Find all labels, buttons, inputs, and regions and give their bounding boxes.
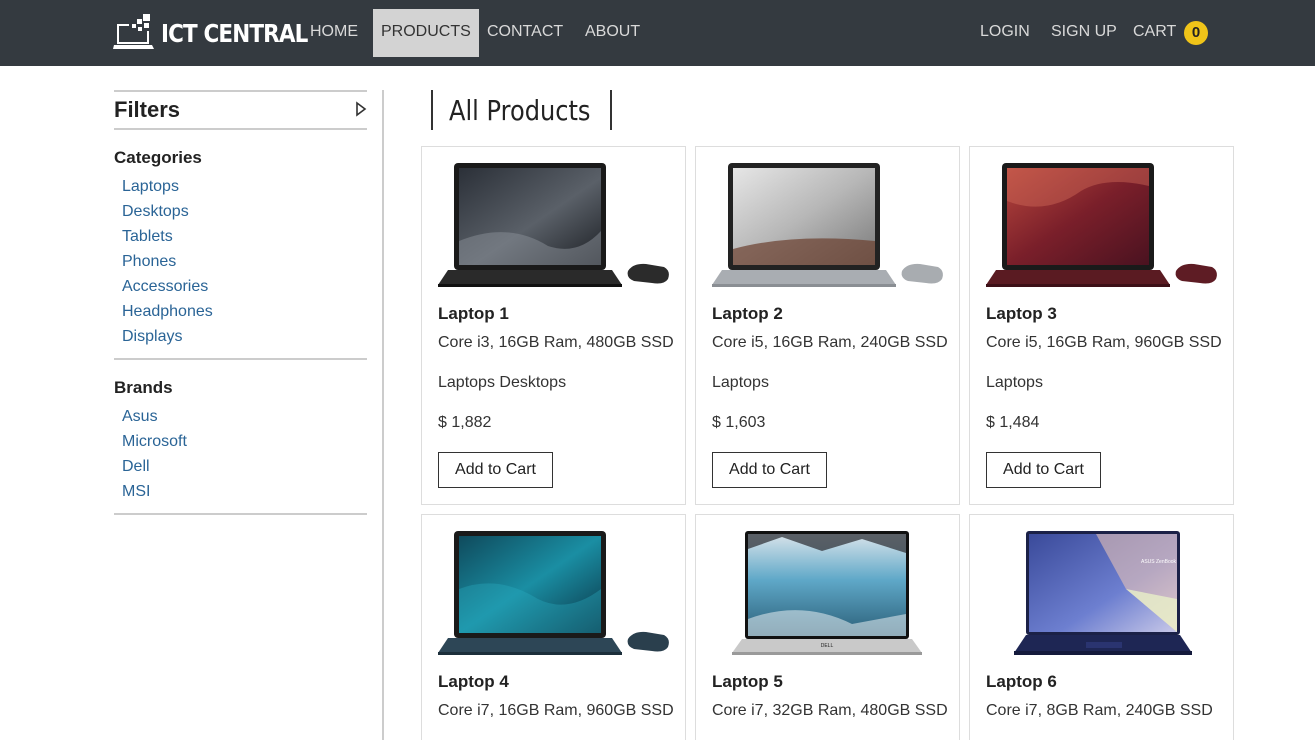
product-price: $ 1,484 bbox=[986, 414, 1040, 431]
brands-list: Asus Microsoft Dell MSI bbox=[114, 404, 367, 504]
sidebar-divider bbox=[382, 90, 384, 740]
filter-brand-microsoft[interactable]: Microsoft bbox=[114, 429, 367, 454]
surface-laptop-black-image[interactable] bbox=[438, 161, 672, 289]
dell-xps-laptop-image[interactable]: DELL bbox=[712, 529, 946, 657]
asus-zenbook-laptop-image[interactable]: ASUS ZenBook bbox=[986, 529, 1220, 657]
surface-laptop-burgundy-image[interactable] bbox=[986, 161, 1220, 289]
nav-login[interactable]: LOGIN bbox=[972, 9, 1038, 57]
add-to-cart-button[interactable]: Add to Cart bbox=[438, 452, 553, 488]
product-specs: Core i5, 16GB Ram, 960GB SSD bbox=[986, 334, 1222, 351]
add-to-cart-button[interactable]: Add to Cart bbox=[712, 452, 827, 488]
nav-contact[interactable]: CONTACT bbox=[479, 9, 571, 57]
filter-category-laptops[interactable]: Laptops bbox=[114, 174, 367, 199]
filter-category-displays[interactable]: Displays bbox=[114, 324, 367, 349]
filters-header[interactable]: Filters bbox=[114, 92, 367, 128]
product-card: Laptop 3 Core i5, 16GB Ram, 960GB SSD La… bbox=[969, 146, 1234, 505]
product-card: ASUS ZenBook Laptop 6 Core i7, 8GB Ram, … bbox=[969, 514, 1234, 740]
filter-category-phones[interactable]: Phones bbox=[114, 249, 367, 274]
product-specs: Core i7, 16GB Ram, 960GB SSD bbox=[438, 702, 674, 719]
product-name[interactable]: Laptop 2 bbox=[712, 304, 783, 324]
filter-category-desktops[interactable]: Desktops bbox=[114, 199, 367, 224]
divider bbox=[114, 513, 367, 515]
filter-category-tablets[interactable]: Tablets bbox=[114, 224, 367, 249]
product-card: Laptop 4 Core i7, 16GB Ram, 960GB SSD bbox=[421, 514, 686, 740]
surface-laptop-cobalt-image[interactable] bbox=[438, 529, 672, 657]
brand-name: ICT CENTRAL bbox=[161, 18, 308, 48]
filter-category-headphones[interactable]: Headphones bbox=[114, 299, 367, 324]
product-card: DELL Laptop 5 Core i7, 32GB Ram, 480GB S… bbox=[695, 514, 960, 740]
product-specs: Core i5, 16GB Ram, 240GB SSD bbox=[712, 334, 948, 351]
product-card: Laptop 1 Core i3, 16GB Ram, 480GB SSD La… bbox=[421, 146, 686, 505]
product-categories: Laptops bbox=[986, 374, 1043, 391]
product-card: Laptop 2 Core i5, 16GB Ram, 240GB SSD La… bbox=[695, 146, 960, 505]
categories-list: Laptops Desktops Tablets Phones Accessor… bbox=[114, 174, 367, 349]
divider bbox=[114, 128, 367, 130]
filter-brand-asus[interactable]: Asus bbox=[114, 404, 367, 429]
filter-brand-dell[interactable]: Dell bbox=[114, 454, 367, 479]
svg-text:ASUS ZenBook: ASUS ZenBook bbox=[1141, 559, 1177, 565]
brands-title: Brands bbox=[114, 378, 173, 397]
nav-home[interactable]: HOME bbox=[302, 9, 366, 57]
product-price: $ 1,882 bbox=[438, 414, 492, 431]
product-name[interactable]: Laptop 4 bbox=[438, 672, 509, 692]
navbar: ICT CENTRAL HOME PRODUCTS CONTACT ABOUT … bbox=[0, 0, 1315, 66]
nav-cart[interactable]: CART bbox=[1125, 9, 1184, 57]
nav-signup[interactable]: SIGN UP bbox=[1043, 9, 1125, 57]
filters-title: Filters bbox=[114, 97, 181, 122]
divider bbox=[114, 358, 367, 360]
brand-logo[interactable]: ICT CENTRAL bbox=[113, 13, 331, 53]
surface-laptop-platinum-image[interactable] bbox=[712, 161, 946, 289]
product-name[interactable]: Laptop 3 bbox=[986, 304, 1057, 324]
nav-about[interactable]: ABOUT bbox=[577, 9, 648, 57]
product-name[interactable]: Laptop 6 bbox=[986, 672, 1057, 692]
product-price: $ 1,603 bbox=[712, 414, 766, 431]
svg-text:DELL: DELL bbox=[821, 643, 834, 649]
product-name[interactable]: Laptop 5 bbox=[712, 672, 783, 692]
nav-products[interactable]: PRODUCTS bbox=[373, 9, 479, 57]
filter-brand-msi[interactable]: MSI bbox=[114, 479, 367, 504]
caret-right-icon[interactable] bbox=[355, 101, 367, 117]
product-categories: Laptops Desktops bbox=[438, 374, 567, 391]
product-specs: Core i7, 8GB Ram, 240GB SSD bbox=[986, 702, 1213, 719]
product-specs: Core i3, 16GB Ram, 480GB SSD bbox=[438, 334, 674, 351]
page-title-box: All Products bbox=[431, 90, 612, 130]
laptop-pixels-icon bbox=[113, 14, 155, 52]
add-to-cart-button[interactable]: Add to Cart bbox=[986, 452, 1101, 488]
product-categories: Laptops bbox=[712, 374, 769, 391]
filter-category-accessories[interactable]: Accessories bbox=[114, 274, 367, 299]
product-name[interactable]: Laptop 1 bbox=[438, 304, 509, 324]
product-specs: Core i7, 32GB Ram, 480GB SSD bbox=[712, 702, 948, 719]
cart-count-badge[interactable]: 0 bbox=[1184, 21, 1208, 45]
filters-sidebar: Filters Categories Laptops Desktops Tabl… bbox=[114, 90, 367, 515]
categories-title: Categories bbox=[114, 148, 202, 167]
page-title: All Products bbox=[449, 94, 591, 127]
